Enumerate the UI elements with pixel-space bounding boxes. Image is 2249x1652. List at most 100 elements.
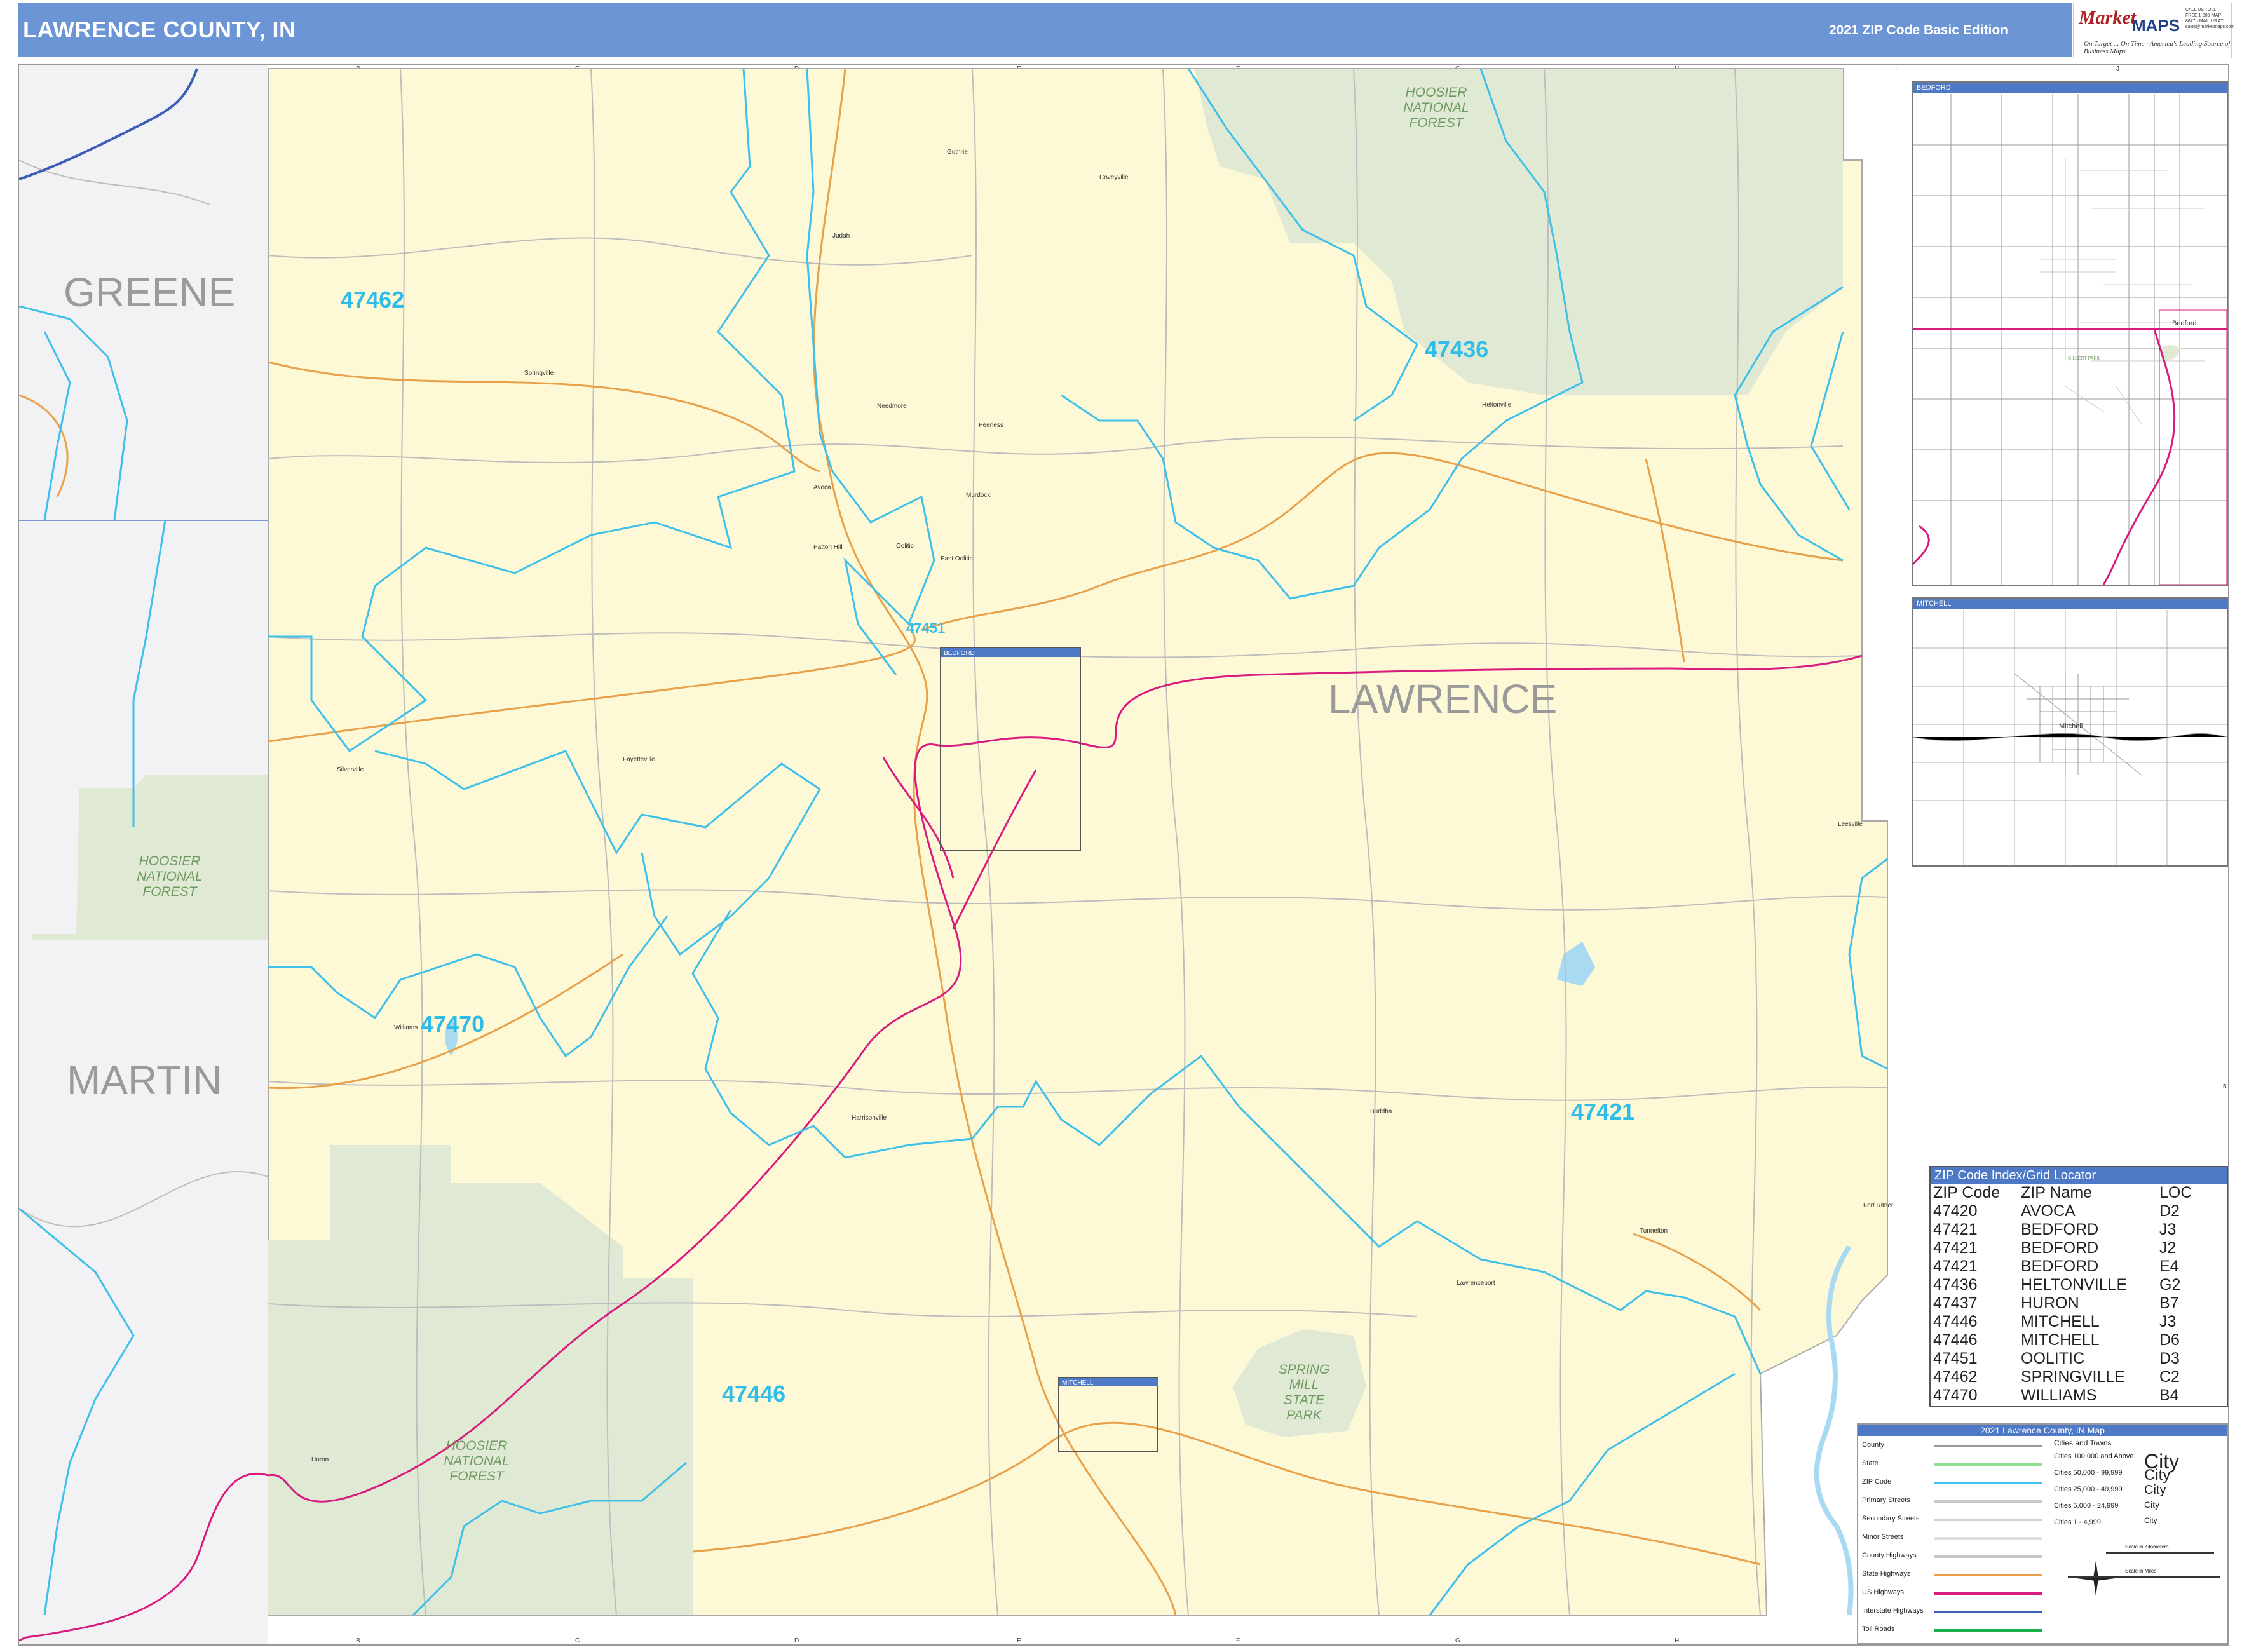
place-williams: Williams: [394, 1024, 418, 1031]
bedford-panel-title: BEDFORD: [1913, 83, 2227, 93]
zip-index-name: BEDFORD: [2021, 1257, 2099, 1275]
zip-index-code: 47451: [1933, 1350, 1978, 1367]
zip-label-47421[interactable]: 47421: [1571, 1099, 1634, 1125]
bedford-inset-city: Bedford: [2172, 320, 2197, 327]
zip-index-loc: J3: [2159, 1221, 2177, 1238]
place-peerless: Peerless: [979, 422, 1003, 429]
zip-index-name: MITCHELL: [2021, 1331, 2100, 1349]
place-buddha: Buddha: [1370, 1108, 1392, 1115]
zip-index-column-header: ZIP Code: [1933, 1184, 2001, 1202]
legend-item-swatch: [1934, 1611, 2042, 1613]
legend-item-swatch: [1934, 1463, 2042, 1466]
zip-index-name: SPRINGVILLE: [2021, 1368, 2125, 1386]
publisher-logo: Market MAPS On Target ... On Time · Amer…: [2073, 3, 2235, 58]
zip-index-row[interactable]: 47421 BEDFORD J3: [1931, 1221, 2225, 1239]
zip-index-row[interactable]: 47437 HURON B7: [1931, 1294, 2225, 1313]
map-legend: 2021 Lawrence County, IN Map County State…: [1857, 1423, 2228, 1644]
zip-index-name: MITCHELL: [2021, 1313, 2100, 1330]
legend-item-label: US Highways: [1862, 1588, 1905, 1596]
legend-city-sample: City: [2144, 1483, 2166, 1497]
park-label-3: STATE: [1284, 1393, 1326, 1407]
park-label-1: SPRING: [1279, 1362, 1330, 1377]
zip-index-name: BEDFORD: [2021, 1239, 2099, 1257]
scale-mi-bar: [2068, 1576, 2220, 1578]
zip-index-code: 47420: [1933, 1202, 1978, 1220]
zip-label-47446[interactable]: 47446: [722, 1381, 785, 1407]
place-judah: Judah: [832, 233, 850, 240]
zip-index-column-header: ZIP Name: [2021, 1184, 2093, 1202]
place-east-oolitic: East Oolitic: [941, 555, 973, 562]
bedford-inset-map: Bedford GILBERT PARK: [1913, 94, 2227, 585]
zip-index-code: 47421: [1933, 1239, 1978, 1257]
zip-label-47436[interactable]: 47436: [1425, 336, 1488, 362]
place-silverville: Silverville: [337, 766, 364, 773]
county-label-greene: GREENE: [64, 269, 235, 315]
place-patton-hill: Patton Hill: [813, 544, 843, 551]
forest-label-west-3: FOREST: [142, 884, 198, 899]
forest-label-north-2: NATIONAL: [1403, 100, 1469, 115]
legend-city-range: Cities 5,000 - 24,999: [2054, 1502, 2119, 1510]
logo-contact: CALL US TOLL FREE 1-800-MAP-8677 · MAIL …: [2185, 8, 2235, 29]
bedford-inset-panel[interactable]: BEDFORD Bedford GILBERT PARK: [1912, 81, 2228, 586]
zip-index-row[interactable]: 47446 MITCHELL D6: [1931, 1331, 2225, 1350]
zip-index-row[interactable]: 47436 HELTONVILLE G2: [1931, 1276, 2225, 1294]
legend-item-label: Minor Streets: [1862, 1533, 1904, 1541]
zip-index-row[interactable]: 47470 WILLIAMS B4: [1931, 1386, 2225, 1405]
place-lawrenceport: Lawrenceport: [1457, 1280, 1495, 1287]
zip-index-code: 47436: [1933, 1276, 1978, 1294]
bedford-park-label: GILBERT PARK: [2068, 356, 2100, 361]
mitchell-inset-map: Mitchell: [1913, 610, 2227, 865]
zip-index-row[interactable]: 47451 OOLITIC D3: [1931, 1350, 2225, 1368]
map-title: LAWRENCE COUNTY, IN: [23, 17, 296, 43]
zip-index-row[interactable]: 47421 BEDFORD J2: [1931, 1239, 2225, 1257]
zip-index-row[interactable]: 47421 BEDFORD E4: [1931, 1257, 2225, 1276]
legend-city-range: Cities 100,000 and Above: [2054, 1452, 2134, 1460]
legend-item-swatch: [1934, 1537, 2042, 1540]
logo-brand-maps: MAPS: [2132, 16, 2180, 35]
place-leesville: Leesville: [1838, 821, 1863, 828]
zip-index-name: HELTONVILLE: [2021, 1276, 2128, 1294]
legend-item-swatch: [1934, 1500, 2042, 1503]
zip-index-row[interactable]: 47462 SPRINGVILLE C2: [1931, 1368, 2225, 1386]
zip-label-47470[interactable]: 47470: [421, 1011, 484, 1037]
zip-index-body: ZIP Code ZIP Name LOC 47420 AVOCA D2 47421 BEDF…: [1931, 1184, 2225, 1405]
bedford-inset-label: BEDFORD: [944, 650, 975, 657]
zip-index-loc: J3: [2159, 1313, 2177, 1330]
place-heltonville: Heltonville: [1482, 402, 1512, 409]
forest-label-north-3: FOREST: [1409, 116, 1464, 130]
mitchell-inset-panel[interactable]: MITCHELL Mitchell: [1912, 597, 2228, 867]
edition-label: 2021 ZIP Code Basic Edition: [1828, 23, 2008, 37]
zip-index-code: 47437: [1933, 1294, 1978, 1312]
zip-index-code: 47470: [1933, 1386, 1978, 1404]
place-harrisonville: Harrisonville: [852, 1114, 887, 1121]
forest-label-west-2: NATIONAL: [137, 869, 202, 884]
zip-index-code: 47446: [1933, 1313, 1978, 1330]
zip-index-loc: D2: [2159, 1202, 2180, 1220]
legend-item-swatch: [1934, 1445, 2042, 1447]
legend-item-swatch: [1934, 1482, 2042, 1484]
park-label-2: MILL: [1289, 1378, 1319, 1392]
zip-label-47451[interactable]: 47451: [906, 620, 945, 636]
place-huron: Huron: [311, 1456, 329, 1463]
zip-index-row[interactable]: 47420 AVOCA D2: [1931, 1202, 2225, 1221]
zip-label-47462[interactable]: 47462: [341, 287, 404, 313]
zip-index-loc: J2: [2159, 1239, 2177, 1257]
zip-index-loc: G2: [2159, 1276, 2181, 1294]
scale-km-label: Scale in Kilometers: [2125, 1544, 2169, 1550]
legend-heading: 2021 Lawrence County, IN Map: [1858, 1425, 2227, 1436]
legend-city-sample: City: [2144, 1466, 2171, 1484]
legend-item-label: Toll Roads: [1862, 1625, 1895, 1633]
forest-label-south-1: HOOSIER: [446, 1439, 508, 1453]
place-springville: Springville: [524, 370, 554, 377]
legend-item-swatch: [1934, 1629, 2042, 1632]
forest-label-south-2: NATIONAL: [444, 1454, 509, 1468]
zip-index-loc: B4: [2159, 1386, 2179, 1404]
zip-index-heading: ZIP Code Index/Grid Locator: [1931, 1167, 2227, 1184]
place-fayetteville: Fayetteville: [623, 756, 655, 763]
legend-item-label: State: [1862, 1459, 1879, 1467]
zip-index-header-row: ZIP Code ZIP Name LOC: [1931, 1184, 2225, 1202]
county-map[interactable]: BEDFORD MITCHELL GREENE MARTIN LAWRENCE …: [19, 65, 2229, 1644]
zip-index-table: ZIP Code ZIP Name LOC 47420 AVOCA D2 47421 BEDF…: [1931, 1184, 2225, 1405]
zip-index-row[interactable]: 47446 MITCHELL J3: [1931, 1313, 2225, 1331]
legend-city-sample: City: [2144, 1500, 2160, 1510]
